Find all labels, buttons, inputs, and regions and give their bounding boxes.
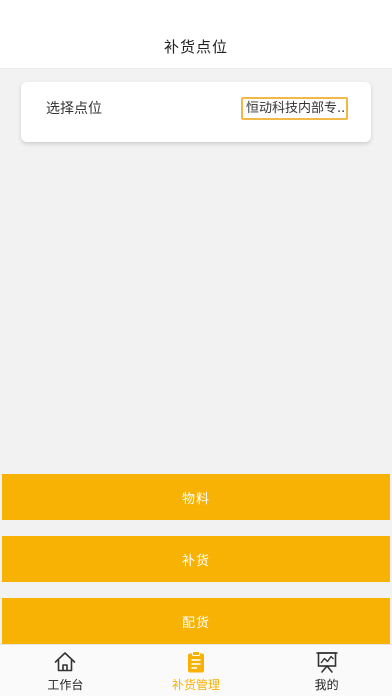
clipboard-icon: [188, 651, 204, 673]
bottom-tab-bar: 工作台 补货管理 我的: [0, 644, 392, 696]
tab-label: 我的: [314, 678, 339, 692]
select-location-label: 选择点位: [46, 101, 102, 117]
tab-restock-management[interactable]: 补货管理: [131, 645, 262, 696]
distribute-button[interactable]: 配货: [2, 598, 390, 644]
tab-mine[interactable]: 我的: [261, 645, 392, 696]
location-card: 选择点位 恒动科技内部专...: [21, 82, 371, 142]
restock-button[interactable]: 补货: [2, 536, 390, 582]
tab-workbench[interactable]: 工作台: [0, 645, 131, 696]
materials-button[interactable]: 物料: [2, 474, 390, 520]
tab-label: 补货管理: [172, 678, 221, 692]
page-title: 补货点位: [163, 38, 228, 56]
top-header: 补货点位: [0, 0, 392, 69]
location-select[interactable]: 恒动科技内部专...: [241, 97, 348, 120]
chart-board-icon: [315, 652, 338, 673]
home-icon: [55, 652, 76, 672]
tab-label: 工作台: [47, 678, 84, 692]
